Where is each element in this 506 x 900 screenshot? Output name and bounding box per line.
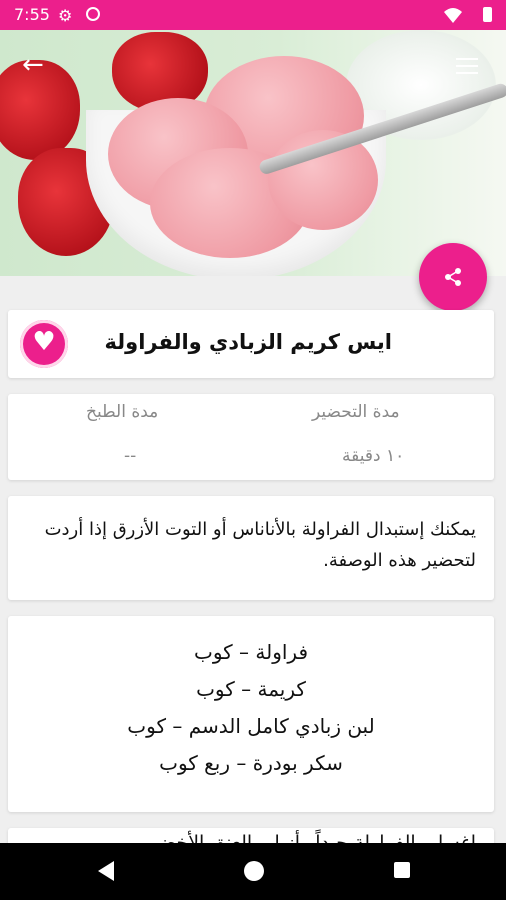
ingredient-item: لبن زبادي كامل الدسم – كوب (127, 714, 375, 738)
cook-time-value: -- (124, 446, 137, 466)
prep-time-label: مدة التحضير (312, 402, 400, 422)
heart-icon: ♥ (32, 327, 56, 357)
prep-time-value: ١٠ دقيقة (342, 446, 405, 466)
status-time: 7:55 (14, 5, 50, 24)
share-icon (445, 268, 461, 286)
status-bar: 7:55 ⚙ (0, 0, 506, 30)
nav-recents-icon[interactable] (394, 862, 410, 878)
ingredient-item: كريمة – كوب (196, 677, 306, 701)
recipe-title: ايس كريم الزبادي والفراولة (104, 330, 392, 354)
dnd-icon (86, 7, 100, 21)
ingredients-card: فراولة – كوب كريمة – كوب لبن زبادي كامل … (8, 616, 494, 812)
ingredient-item: فراولة – كوب (193, 640, 309, 664)
system-nav-bar (0, 843, 506, 900)
ingredients-list: فراولة – كوب كريمة – كوب لبن زبادي كامل … (8, 634, 494, 782)
recipe-note-card: يمكنك إستبدال الفراولة بالأناناس أو التو… (8, 496, 494, 600)
gear-icon: ⚙ (58, 6, 73, 25)
hamburger-menu-icon[interactable] (456, 58, 478, 79)
arrow-left-icon[interactable]: ← (22, 50, 44, 80)
nav-back-icon[interactable] (98, 861, 114, 881)
wifi-icon (444, 8, 462, 23)
cook-time-label: مدة الطبخ (86, 402, 159, 422)
recipe-hero-image (0, 30, 506, 276)
recipe-note: يمكنك إستبدال الفراولة بالأناناس أو التو… (44, 519, 476, 571)
recipe-time-card: مدة التحضير مدة الطبخ ١٠ دقيقة -- (8, 394, 494, 480)
favorite-button[interactable]: ♥ (20, 320, 68, 368)
ingredient-item: سكر بودرة – ربع كوب (159, 751, 343, 775)
nav-home-icon[interactable] (244, 861, 264, 881)
share-button[interactable] (419, 243, 487, 311)
battery-icon (483, 7, 492, 22)
recipe-title-card: ايس كريم الزبادي والفراولة ♥ (8, 310, 494, 378)
